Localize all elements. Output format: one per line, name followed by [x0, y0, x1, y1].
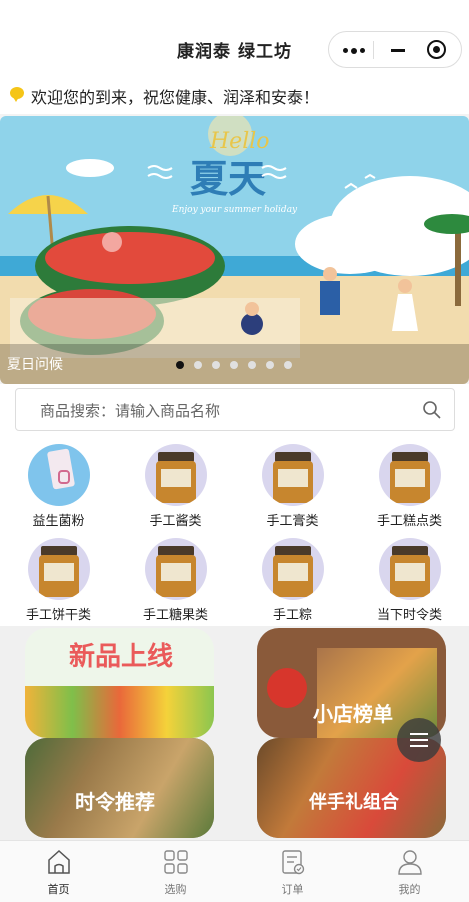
category-item[interactable]: 手工糕点类 — [351, 438, 468, 532]
summer-banner-image: Hello 夏天 Enjoy your summer holiday — [0, 116, 469, 384]
category-label: 当下时令类 — [376, 608, 442, 623]
tab-profile[interactable]: 我的 — [351, 841, 468, 902]
category-label: 手工糖果类 — [142, 608, 208, 623]
tab-home[interactable]: 首页 — [0, 841, 117, 902]
vegetables-image — [25, 686, 214, 738]
category-grid: 益生菌粉 手工酱类 手工膏类 手工糕点类 手工饼干类 手工糖果类 手工粽 当下时… — [0, 438, 469, 626]
carousel-dot[interactable] — [212, 361, 220, 369]
banner-caption: 夏日问候 — [7, 357, 63, 373]
tile-label: 伴手礼组合 — [309, 792, 399, 813]
jar-product-image — [28, 538, 90, 600]
user-icon — [398, 850, 422, 875]
carousel-dot[interactable] — [194, 361, 202, 369]
menu-float-button[interactable] — [397, 718, 441, 762]
search-section — [0, 384, 469, 438]
category-label: 手工饼干类 — [25, 608, 91, 623]
notice-text: 欢迎您的到来，祝您健康、润泽和安泰！ — [31, 88, 320, 107]
banner-hello-text: Hello — [209, 129, 270, 154]
apple-image — [267, 668, 307, 708]
search-input[interactable] — [38, 389, 422, 432]
category-item[interactable]: 手工酱类 — [117, 438, 234, 532]
carousel-dot[interactable] — [176, 361, 184, 369]
tile-label: 小店榜单 — [313, 702, 393, 726]
new-arrivals-tile[interactable]: 新品上线 — [25, 628, 214, 738]
notice-bar: 欢迎您的到来，祝您健康、润泽和安泰！ — [0, 82, 469, 114]
banner-title-text: 夏天 — [190, 157, 266, 201]
banner-subtitle-text: Enjoy your summer holiday — [171, 205, 298, 215]
search-box — [15, 388, 455, 432]
category-item[interactable]: 手工饼干类 — [0, 532, 117, 626]
mini-program-capsule — [328, 31, 462, 68]
close-icon[interactable] — [427, 40, 446, 59]
minimize-icon[interactable] — [391, 49, 405, 52]
jar-product-image — [145, 444, 207, 506]
tile-label: 时令推荐 — [75, 790, 155, 814]
tab-label: 我的 — [398, 883, 421, 896]
carousel-dot[interactable] — [248, 361, 256, 369]
category-label: 手工糕点类 — [376, 514, 442, 529]
tab-label: 订单 — [281, 883, 304, 896]
tab-shop[interactable]: 选购 — [117, 841, 234, 902]
carousel-dot[interactable] — [284, 361, 292, 369]
more-icon[interactable] — [343, 47, 365, 54]
tile-label: 新品上线 — [69, 642, 174, 672]
jar-product-image — [379, 444, 441, 506]
jar-product-image — [145, 538, 207, 600]
jar-product-image — [379, 538, 441, 600]
seasonal-picks-tile[interactable]: 时令推荐 — [25, 738, 214, 838]
order-icon — [282, 850, 305, 875]
grid-icon — [164, 850, 188, 874]
carousel-dot[interactable] — [266, 361, 274, 369]
tab-bar: 首页 选购 订单 我的 — [0, 840, 469, 902]
banner-carousel[interactable]: Hello 夏天 Enjoy your summer holiday 夏日问候 — [0, 116, 469, 384]
navigation-bar: 康润泰 绿工坊 — [0, 0, 469, 82]
capsule-divider — [373, 41, 374, 59]
search-icon[interactable] — [422, 400, 442, 420]
tab-label: 选购 — [164, 883, 187, 896]
category-item[interactable]: 手工粽 — [234, 532, 351, 626]
carousel-dot[interactable] — [230, 361, 238, 369]
category-label: 手工粽 — [272, 608, 312, 623]
category-label: 手工酱类 — [149, 514, 202, 529]
tab-orders[interactable]: 订单 — [234, 841, 351, 902]
category-item[interactable]: 手工糖果类 — [117, 532, 234, 626]
probiotic-product-image — [28, 444, 90, 506]
category-item[interactable]: 手工膏类 — [234, 438, 351, 532]
jar-product-image — [262, 444, 324, 506]
tab-label: 首页 — [47, 883, 70, 896]
jar-product-image — [262, 538, 324, 600]
category-item[interactable]: 益生菌粉 — [0, 438, 117, 532]
category-label: 益生菌粉 — [32, 514, 85, 529]
category-label: 手工膏类 — [266, 514, 319, 529]
category-item[interactable]: 当下时令类 — [351, 532, 468, 626]
speech-bubble-icon — [10, 87, 24, 102]
home-icon — [48, 849, 70, 874]
